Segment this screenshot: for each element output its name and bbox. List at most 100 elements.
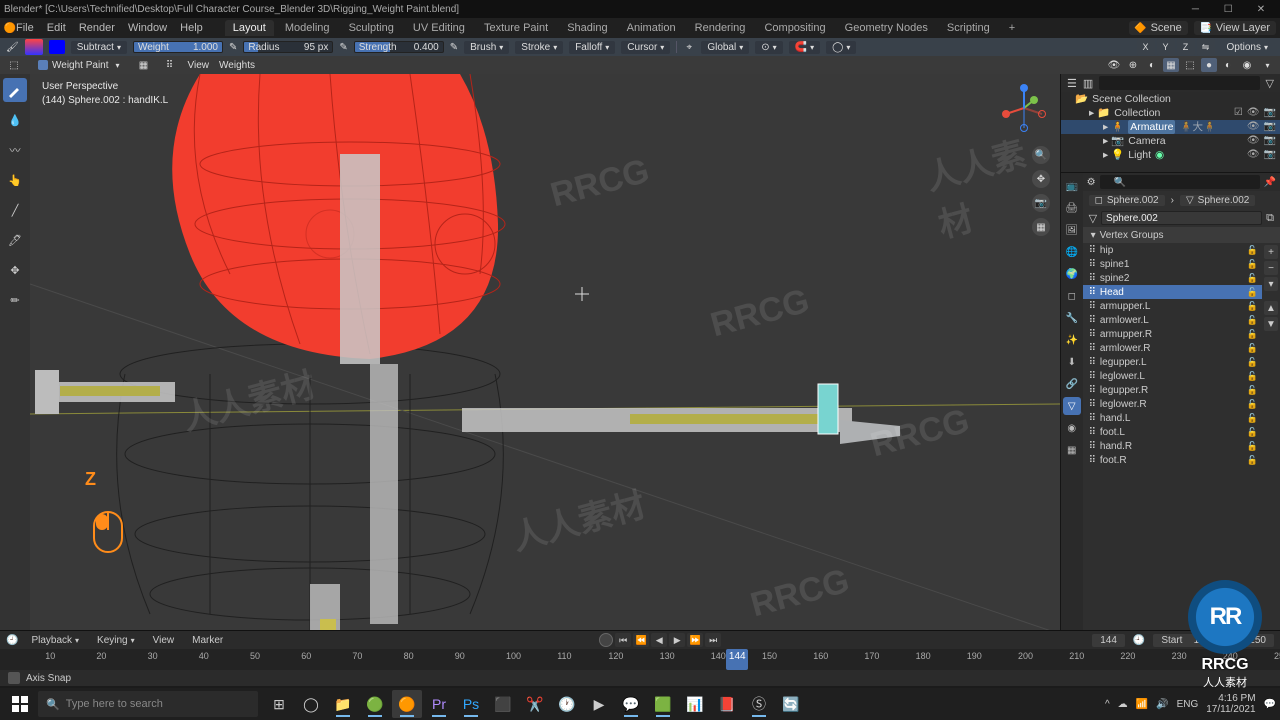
props-tab-world[interactable]: 🌍	[1063, 265, 1081, 283]
workspace-tab-layout[interactable]: Layout	[225, 20, 274, 36]
vertex-group-list[interactable]: ⠿hip🔓⠿spine1🔓⠿spine2🔓⠿Head🔓⠿armupper.L🔓⠿…	[1083, 243, 1262, 630]
tray-wifi-icon[interactable]: 📶	[1136, 699, 1148, 710]
modehdr-weights[interactable]: Weights	[219, 60, 255, 71]
vertex-group-row[interactable]: ⠿armupper.R🔓	[1083, 327, 1262, 341]
vertex-group-row[interactable]: ⠿foot.L🔓	[1083, 425, 1262, 439]
nav-zoom-icon[interactable]: 🔍	[1032, 146, 1050, 164]
timeline-marker[interactable]: Marker	[187, 634, 228, 647]
tray-onedrive-icon[interactable]: ☁	[1118, 699, 1128, 710]
props-tab-output[interactable]: 🖨	[1063, 199, 1081, 217]
tray-up-icon[interactable]: ^	[1105, 699, 1110, 710]
vertex-group-row[interactable]: ⠿hip🔓	[1083, 243, 1262, 257]
vertex-group-row[interactable]: ⠿armupper.L🔓	[1083, 299, 1262, 313]
workspace-tab-texpaint[interactable]: Texture Paint	[476, 20, 556, 36]
vertex-group-row[interactable]: ⠿hand.R🔓	[1083, 439, 1262, 453]
tool-cursor[interactable]: ✥	[3, 258, 27, 282]
mirror-y-toggle[interactable]: Y	[1157, 39, 1175, 55]
mirror-x-toggle[interactable]: X	[1137, 39, 1155, 55]
app-sync[interactable]: 🔄	[776, 690, 806, 718]
props-tab-modifiers[interactable]: 🔧	[1063, 309, 1081, 327]
tray-clock[interactable]: 4:16 PM 17/11/2021	[1206, 693, 1255, 715]
props-tab-particles[interactable]: ✨	[1063, 331, 1081, 349]
props-tab-data[interactable]: ▽	[1063, 397, 1081, 415]
strength-pressure-toggle[interactable]: ✎	[450, 42, 458, 53]
props-crumb-object[interactable]: ◻ Sphere.002	[1089, 195, 1165, 206]
workspace-tab-geonodes[interactable]: Geometry Nodes	[837, 20, 936, 36]
props-search[interactable]	[1100, 175, 1260, 189]
autokey-toggle[interactable]	[599, 633, 613, 647]
vertex-group-row[interactable]: ⠿armlower.L🔓	[1083, 313, 1262, 327]
vg-specials-button[interactable]: ▾	[1264, 277, 1278, 291]
app-skype[interactable]: Ⓢ	[744, 690, 774, 718]
3d-viewport[interactable]: RRCG RRCG RRCG 人人素材 人人素材 人人素材 RRCG User …	[30, 74, 1060, 630]
weight-pressure-toggle[interactable]: ✎	[229, 42, 237, 53]
brush-texture-icon[interactable]	[25, 39, 43, 55]
minimize-button[interactable]: ─	[1180, 4, 1210, 15]
vg-add-button[interactable]: +	[1264, 245, 1278, 259]
outliner-item-light[interactable]: ▸ 💡 Light ◉	[1103, 148, 1247, 162]
app-premiere[interactable]: Pr	[424, 690, 454, 718]
tray-notifications-icon[interactable]: 💬	[1264, 699, 1276, 710]
pivot-dropdown[interactable]: ⊙	[755, 41, 782, 54]
editor-type-icon[interactable]: ⬚	[6, 58, 22, 72]
timeline-playback[interactable]: Playback	[26, 634, 84, 647]
props-tab-object[interactable]: ◻	[1063, 287, 1081, 305]
mirror-split-toggle[interactable]: ⇋	[1197, 39, 1215, 55]
props-tab-viewlayer[interactable]: 🖼	[1063, 221, 1081, 239]
nav-persp-icon[interactable]: ▦	[1032, 218, 1050, 236]
vertex-group-row[interactable]: ⠿foot.R🔓	[1083, 453, 1262, 467]
mode-dropdown[interactable]: Weight Paint	[32, 59, 126, 72]
timeline-cursor[interactable]: 144	[726, 649, 748, 670]
menu-render[interactable]: Render	[79, 22, 115, 34]
tool-annotate[interactable]: ✏	[3, 288, 27, 312]
timeline-type-icon[interactable]: 🕘	[6, 635, 18, 646]
outliner-item-armature[interactable]: ▸ 🧍 Armature 🧍大🧍	[1103, 120, 1247, 134]
props-type-icon[interactable]: ⚙	[1087, 177, 1096, 188]
preview-range-toggle[interactable]: 🕘	[1133, 635, 1145, 646]
scene-selector[interactable]: 🔶Scene	[1129, 21, 1188, 35]
vertex-group-row[interactable]: ⠿Head🔓	[1083, 285, 1262, 299]
props-pin-icon[interactable]: 📌	[1264, 177, 1276, 188]
play-reverse-icon[interactable]: ◀	[651, 633, 667, 647]
viewlayer-selector[interactable]: 📑View Layer	[1194, 21, 1276, 35]
vertex-group-row[interactable]: ⠿armlower.R🔓	[1083, 341, 1262, 355]
tool-gradient[interactable]: ╱	[3, 198, 27, 222]
close-button[interactable]: ✕	[1246, 4, 1276, 15]
end-frame[interactable]: End 250	[1215, 634, 1274, 647]
outliner-filter-toggle[interactable]: ▽	[1266, 77, 1274, 90]
paint-mask-face[interactable]: ▦	[136, 58, 152, 72]
app-clock[interactable]: 🕐	[552, 690, 582, 718]
vertex-group-row[interactable]: ⠿spine2🔓	[1083, 271, 1262, 285]
taskbar-search[interactable]: 🔍 Type here to search	[38, 691, 258, 717]
view-camera-icon[interactable]: 👁	[1106, 58, 1122, 72]
play-icon[interactable]: ▶	[669, 633, 685, 647]
workspace-tab-rendering[interactable]: Rendering	[687, 20, 754, 36]
vg-move-down-button[interactable]: ▼	[1264, 317, 1278, 331]
props-tab-scene[interactable]: 🌐	[1063, 243, 1081, 261]
menu-window[interactable]: Window	[128, 22, 167, 34]
shading-solid-icon[interactable]: ●	[1201, 58, 1217, 72]
app-blender[interactable]: 🟠	[392, 690, 422, 718]
start-button[interactable]	[4, 690, 36, 718]
key-prev-icon[interactable]: ⏪	[633, 633, 649, 647]
paint-mask-vert[interactable]: ⠿	[162, 58, 178, 72]
tray-volume-icon[interactable]: 🔊	[1156, 699, 1168, 710]
key-next-icon[interactable]: ⏩	[687, 633, 703, 647]
shading-options-icon[interactable]	[1258, 58, 1274, 72]
app-explorer[interactable]: 📁	[328, 690, 358, 718]
taskview-icon[interactable]: ⊞	[264, 690, 294, 718]
app-chrome[interactable]: 🟢	[360, 690, 390, 718]
app-photoshop[interactable]: Ps	[456, 690, 486, 718]
brush-dropdown[interactable]: Brush	[464, 41, 509, 54]
outliner-collection[interactable]: ▸ 📁 Collection	[1089, 106, 1234, 120]
maximize-button[interactable]: ☐	[1213, 4, 1243, 15]
blend-mode-dropdown[interactable]: Subtract	[71, 41, 127, 54]
cortana-icon[interactable]: ◯	[296, 690, 326, 718]
cursor-dropdown[interactable]: Cursor	[621, 41, 670, 54]
mesh-name-input[interactable]	[1101, 211, 1262, 225]
timeline-view[interactable]: View	[148, 634, 180, 647]
props-tab-texture[interactable]: ▦	[1063, 441, 1081, 459]
strength-slider[interactable]: Strength0.400	[354, 41, 444, 53]
workspace-tab-shading[interactable]: Shading	[559, 20, 615, 36]
vertex-groups-header[interactable]: ▾ Vertex Groups	[1083, 227, 1280, 243]
